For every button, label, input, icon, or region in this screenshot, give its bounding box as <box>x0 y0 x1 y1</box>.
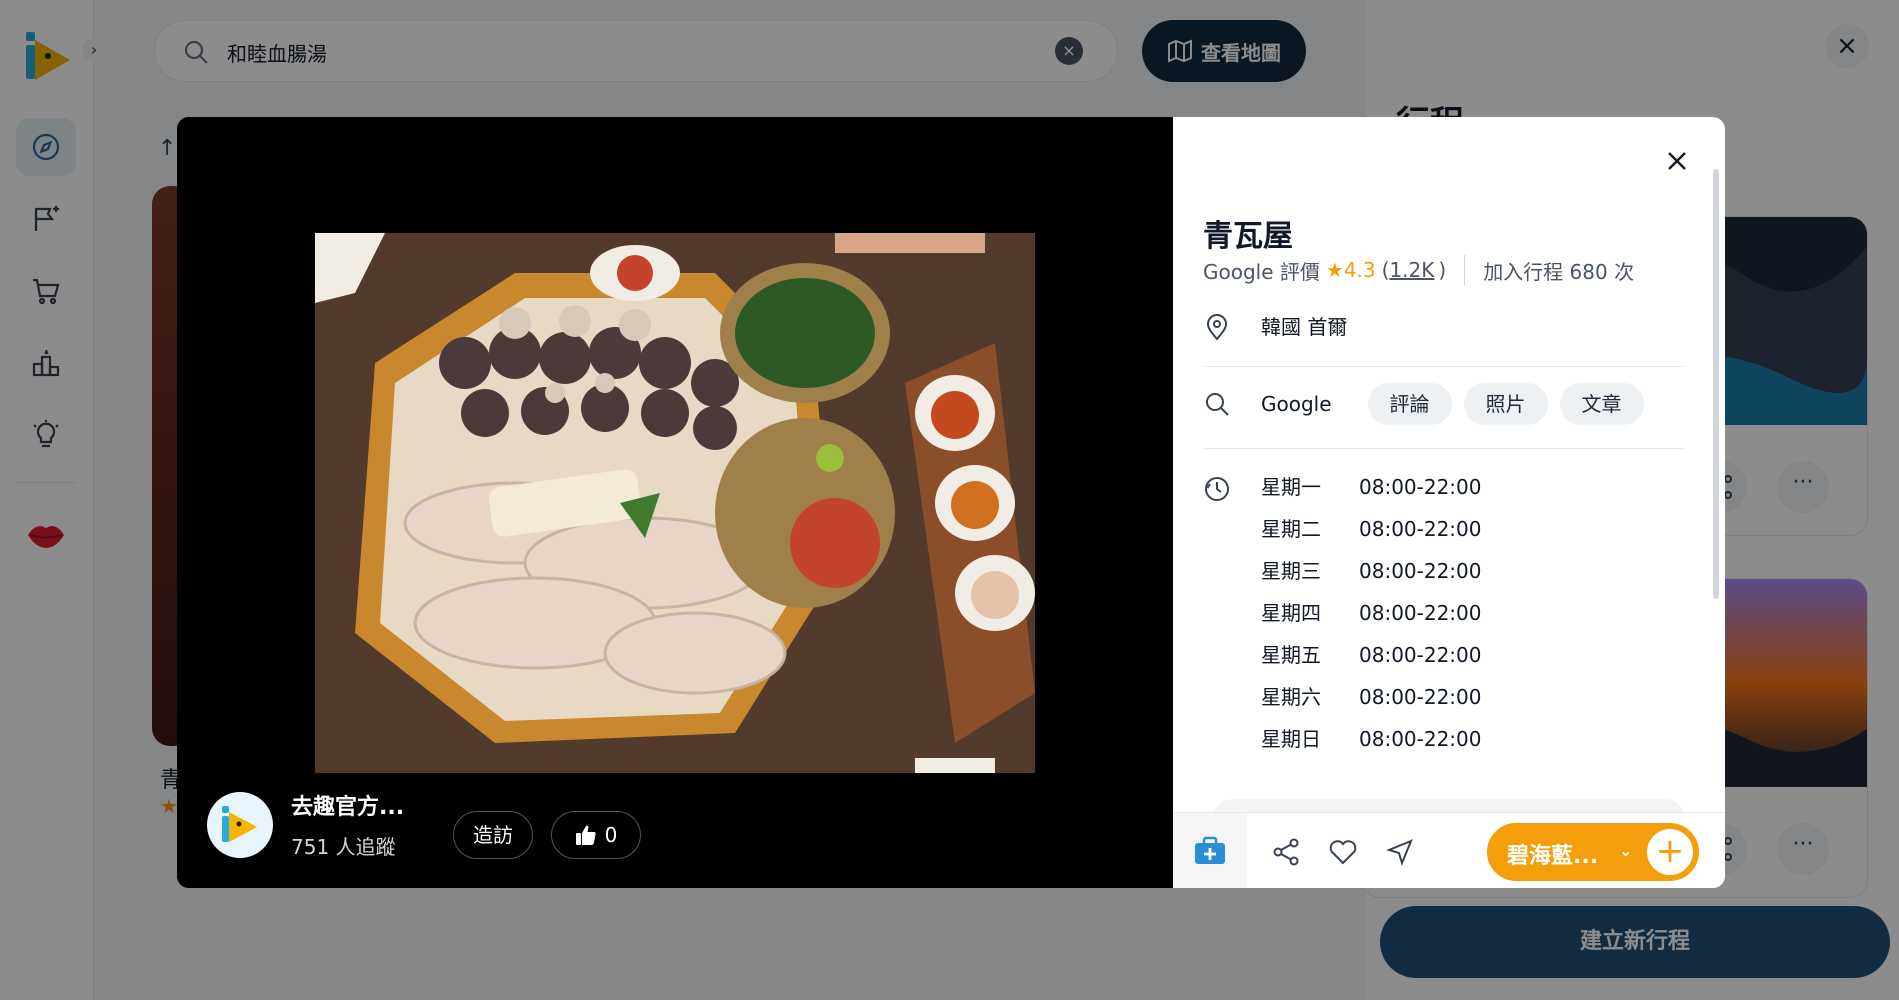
hours-time: 08:00-22:00 <box>1359 559 1482 583</box>
hours-day: 星期二 <box>1261 517 1321 541</box>
share-icon[interactable] <box>1271 837 1301 867</box>
hours-day: 星期六 <box>1261 685 1321 709</box>
rating-paren-close: ) <box>1438 258 1447 282</box>
app-logo-icon <box>222 805 257 842</box>
close-icon[interactable] <box>1663 147 1691 175</box>
author-name[interactable]: 去趣官方... <box>291 789 404 821</box>
search-links-row: Google 評論 照片 文章 <box>1203 383 1685 449</box>
navigate-icon[interactable] <box>1385 837 1415 867</box>
trip-selector[interactable]: 碧海藍... ⌄ + <box>1487 823 1699 881</box>
place-photo[interactable] <box>315 233 1035 773</box>
articles-chip[interactable]: 文章 <box>1559 383 1644 425</box>
food-photo-image <box>315 233 1035 773</box>
divider <box>1464 255 1466 285</box>
hours-row: 星期六 08:00-22:00 <box>1261 681 1482 710</box>
hours-day: 星期日 <box>1261 727 1321 751</box>
star-icon: ★ <box>1325 258 1344 282</box>
like-button[interactable]: 0 <box>551 811 641 859</box>
hours-time: 08:00-22:00 <box>1359 601 1482 625</box>
visit-button[interactable]: 造訪 <box>453 811 533 859</box>
rating-label: Google 評價 <box>1203 259 1320 284</box>
rating-count-link[interactable]: 1.2K <box>1389 258 1434 282</box>
hours-time: 08:00-22:00 <box>1359 475 1482 499</box>
hours-day: 星期五 <box>1261 643 1321 667</box>
heart-icon[interactable] <box>1328 837 1358 867</box>
trip-selector-label: 碧海藍... <box>1507 844 1599 869</box>
place-info-panel: 青瓦屋 Google 評價 ★ 4.3 ( 1.2K ) 加入行程 680 次 … <box>1173 117 1725 888</box>
added-count: 加入行程 680 次 <box>1483 259 1635 284</box>
photo-viewer: 去趣官方... 751 人追蹤 造訪 0 <box>177 117 1173 888</box>
hours-row: 星期四 08:00-22:00 <box>1261 597 1482 626</box>
thumbs-up-icon <box>575 825 596 845</box>
hours-row: 星期一 08:00-22:00 <box>1261 471 1482 500</box>
like-count: 0 <box>604 823 618 847</box>
hours-day: 星期一 <box>1261 475 1321 499</box>
rating-row: Google 評價 ★ 4.3 ( 1.2K ) 加入行程 680 次 <box>1203 255 1634 285</box>
hours-time: 08:00-22:00 <box>1359 727 1482 751</box>
author-info[interactable]: 去趣官方... 751 人追蹤 <box>207 789 404 860</box>
hours-row: 星期三 08:00-22:00 <box>1261 555 1482 584</box>
location-row[interactable]: 韓國 首爾 <box>1203 313 1685 367</box>
author-avatar[interactable] <box>207 791 273 858</box>
author-followers: 751 人追蹤 <box>291 835 396 859</box>
hours-time: 08:00-22:00 <box>1359 643 1482 667</box>
place-name: 青瓦屋 <box>1203 219 1293 254</box>
add-to-collection-button[interactable] <box>1173 813 1247 888</box>
briefcase-plus-icon <box>1195 836 1225 864</box>
hours-day: 星期四 <box>1261 601 1321 625</box>
hours-row: 星期日 08:00-22:00 <box>1261 723 1482 752</box>
location-text: 韓國 首爾 <box>1261 315 1348 339</box>
chevron-down-icon: ⌄ <box>1619 841 1633 860</box>
location-pin-icon <box>1206 314 1228 341</box>
reviews-chip[interactable]: 評論 <box>1367 383 1452 425</box>
hours-row: 星期二 08:00-22:00 <box>1261 513 1482 542</box>
photos-chip[interactable]: 照片 <box>1463 383 1548 425</box>
scrollbar[interactable] <box>1713 169 1719 599</box>
clock-icon <box>1205 477 1229 501</box>
add-to-trip-button[interactable]: + <box>1647 829 1693 875</box>
place-detail-modal: 去趣官方... 751 人追蹤 造訪 0 青瓦屋 Google 評價 ★ 4.3… <box>177 117 1725 888</box>
rating-paren-open: ( <box>1381 258 1390 282</box>
search-icon <box>1206 393 1229 416</box>
action-bar: 碧海藍... ⌄ + <box>1173 812 1725 888</box>
hours-row: 星期五 08:00-22:00 <box>1261 639 1482 668</box>
hours-time: 08:00-22:00 <box>1359 517 1482 541</box>
hours-day: 星期三 <box>1261 559 1321 583</box>
hours-time: 08:00-22:00 <box>1359 685 1482 709</box>
rating-score: 4.3 <box>1343 258 1376 282</box>
google-search-link[interactable]: Google <box>1261 383 1332 425</box>
